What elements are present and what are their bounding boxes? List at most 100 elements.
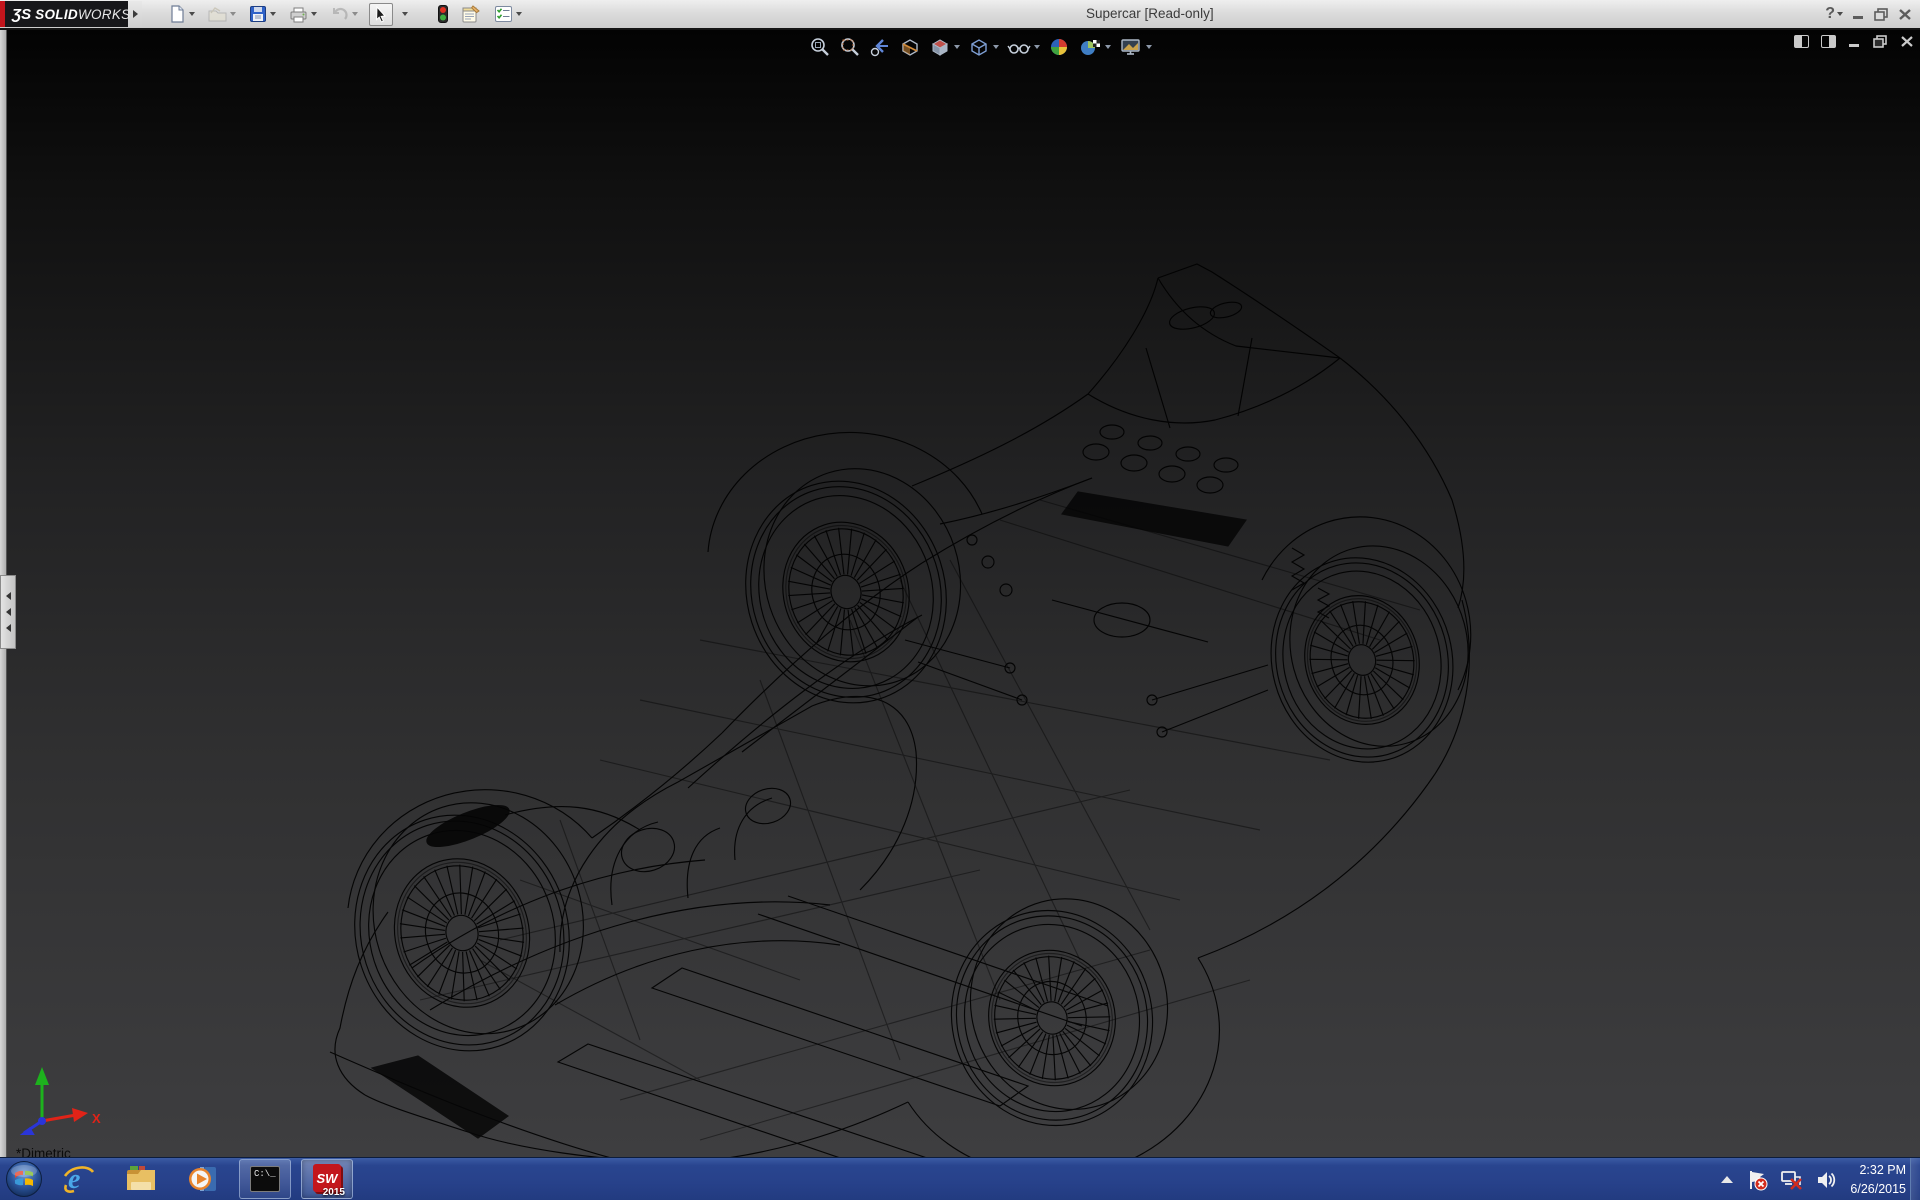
dropdown-icon[interactable] [993,45,999,49]
dropdown-icon[interactable] [516,12,522,16]
orientation-triad[interactable]: X [8,1045,108,1135]
apply-scene-button[interactable] [1077,35,1112,59]
taskbar: e C:\_ SW [0,1157,1920,1200]
chevron-up-icon [1720,1175,1734,1185]
solidworks-window: ƷS SOLIDWORKS [0,0,1920,1200]
dropdown-icon[interactable] [1146,45,1152,49]
print-button[interactable] [287,5,319,24]
minimize-button[interactable] [1852,8,1865,20]
right-pane-toggle-button[interactable] [1821,35,1836,48]
view-settings-button[interactable] [1118,35,1153,59]
splitter-collapse-handle[interactable] [0,575,16,649]
save-button[interactable] [247,4,278,24]
titlebar: ƷS SOLIDWORKS [0,0,1920,30]
dropdown-icon[interactable] [270,12,276,16]
close-button[interactable] [1898,8,1912,21]
view-orientation-icon [929,36,951,58]
document-close-button[interactable] [1900,35,1914,48]
tray-time: 2:32 PM [1850,1161,1906,1179]
document-window-controls [1794,35,1914,48]
view-orientation-label: *Dimetric [16,1146,71,1157]
dropdown-icon[interactable] [1105,45,1111,49]
new-document-icon [168,5,186,23]
new-document-button[interactable] [166,4,197,24]
help-button[interactable]: ? [1825,5,1843,23]
display-style-button[interactable] [967,35,1000,59]
brand-works: WORKS [78,7,131,22]
front-right-wheel [926,877,1194,1149]
tray-clock[interactable]: 2:32 PM 6/26/2015 [1850,1161,1906,1197]
hide-show-items-button[interactable] [1006,35,1041,59]
internet-explorer-icon: e [62,1163,96,1195]
solidworks-2015-icon: SW 2015 [311,1164,343,1194]
open-document-button[interactable] [206,5,238,24]
dropdown-icon[interactable] [954,45,960,49]
volume-button[interactable] [1816,1169,1838,1191]
dropdown-icon[interactable] [402,12,408,16]
chevron-right-icon [133,10,138,18]
chevron-left-icon [6,624,11,632]
action-center-button[interactable] [1746,1169,1768,1191]
feature-manager-splitter[interactable] [0,30,7,1157]
section-view-icon [899,36,921,58]
media-player-icon [186,1164,220,1194]
select-button[interactable] [369,3,393,26]
graphics-viewport[interactable]: X *Dimetric [0,30,1920,1157]
edit-appearance-button[interactable] [1047,35,1071,59]
dropdown-icon[interactable] [311,12,317,16]
document-minimize-button[interactable] [1848,36,1861,48]
zoom-to-area-button[interactable] [838,35,862,59]
options-button[interactable] [492,4,524,24]
wireframe-car-model [0,30,1920,1157]
dropdown-icon[interactable] [1034,45,1040,49]
taskbar-windows-explorer-button[interactable] [115,1159,167,1199]
minimize-icon [1848,36,1861,48]
standard-toolbar [166,3,524,26]
solidworks-logo: ƷS SOLIDWORKS [0,1,128,27]
taskbar-command-prompt-button[interactable]: C:\_ [239,1159,291,1199]
start-button[interactable] [0,1158,48,1200]
right-pane-icon [1821,35,1836,48]
triad-x-label: X [92,1111,101,1126]
rebuild-button[interactable] [436,4,450,24]
network-status-button[interactable] [1780,1169,1804,1191]
previous-view-icon [869,36,891,58]
view-settings-icon [1119,36,1143,58]
close-icon [1900,35,1914,48]
dropdown-icon[interactable] [230,12,236,16]
action-center-flag-icon [1746,1169,1768,1191]
undo-arrow-icon [330,6,349,23]
section-view-button[interactable] [898,35,922,59]
printer-icon [289,6,308,23]
select-cursor-icon [373,6,389,23]
taskbar-internet-explorer-button[interactable]: e [53,1159,105,1199]
previous-view-button[interactable] [868,35,892,59]
titlebar-controls: ? [1825,0,1912,28]
document-title: Supercar [Read-only] [1086,0,1214,28]
left-pane-toggle-button[interactable] [1794,35,1809,48]
dropdown-icon[interactable] [1837,12,1843,16]
document-restore-button[interactable] [1873,35,1888,48]
network-disconnected-icon [1780,1169,1804,1191]
apply-scene-icon [1078,36,1102,58]
dropdown-icon[interactable] [352,12,358,16]
traffic-light-icon [438,5,448,23]
brand-solid: SOLID [35,7,78,22]
view-orientation-button[interactable] [928,35,961,59]
chevron-left-icon [6,608,11,616]
zoom-to-fit-button[interactable] [808,35,832,59]
restore-button[interactable] [1874,8,1889,21]
show-hidden-icons-button[interactable] [1720,1175,1734,1185]
undo-button[interactable] [328,5,360,24]
dropdown-icon[interactable] [189,12,195,16]
taskbar-solidworks-button[interactable]: SW 2015 [301,1159,353,1199]
appearance-ball-icon [1048,36,1070,58]
show-desktop-button[interactable] [1910,1158,1920,1200]
dassault-logo-mark: ƷS [12,6,31,23]
file-properties-button[interactable] [459,4,483,24]
taskbar-media-player-button[interactable] [177,1159,229,1199]
save-floppy-icon [249,5,267,23]
close-icon [1898,8,1912,21]
rear-left-wheel [715,443,992,729]
windows-explorer-icon [124,1164,158,1194]
